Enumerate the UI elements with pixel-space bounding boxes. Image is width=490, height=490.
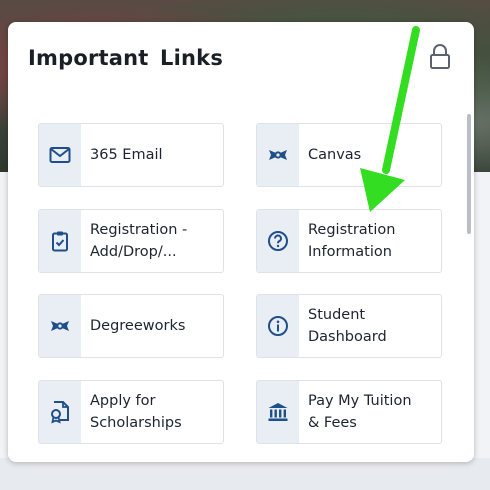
link-label: 365 Email: [90, 147, 163, 163]
tile-icon-box: [257, 381, 299, 443]
link-registration-information[interactable]: Registration Information: [256, 209, 442, 273]
link-degreeworks[interactable]: Degreeworks: [38, 294, 224, 358]
link-apply-for-scholarships[interactable]: Apply for Scholarships: [38, 380, 224, 444]
tile-icon-box: [39, 210, 81, 272]
link-label: Student Dashboard: [308, 307, 387, 345]
link-student-dashboard[interactable]: Student Dashboard: [256, 294, 442, 358]
bank-icon: [268, 403, 288, 421]
link-registration-add-drop[interactable]: Registration - Add/Drop/...: [38, 209, 224, 273]
link-label: Degreeworks: [90, 318, 186, 334]
link-label: Apply for Scholarships: [90, 393, 182, 431]
link-label: Pay My Tuition & Fees: [308, 393, 412, 431]
info-circle-icon: [268, 316, 288, 336]
tile-icon-box: [257, 124, 299, 186]
question-circle-icon: [268, 231, 288, 251]
link-label: Registration - Add/Drop/...: [90, 222, 188, 260]
envelope-icon: [49, 147, 71, 163]
link-365-email[interactable]: 365 Email: [38, 123, 224, 187]
lock-icon[interactable]: [428, 44, 452, 70]
page-background-strip: [0, 458, 490, 490]
clipboard-check-icon: [52, 231, 68, 252]
tile-icon-box: [39, 124, 81, 186]
scrollbar[interactable]: [467, 114, 471, 234]
graduation-ribbon-icon: [269, 150, 287, 160]
graduation-ribbon-icon: [51, 321, 69, 331]
link-canvas[interactable]: Canvas: [256, 123, 442, 187]
important-links-widget: Important Links 365 Email Canvas Registr…: [8, 22, 474, 462]
tile-icon-box: [257, 295, 299, 357]
link-pay-tuition-fees[interactable]: Pay My Tuition & Fees: [256, 380, 442, 444]
link-label: Registration Information: [308, 222, 396, 260]
certificate-icon: [51, 401, 69, 424]
tile-icon-box: [39, 381, 81, 443]
widget-title: Important Links: [28, 46, 224, 70]
tile-icon-box: [257, 210, 299, 272]
tile-icon-box: [39, 295, 81, 357]
link-label: Canvas: [308, 147, 362, 163]
